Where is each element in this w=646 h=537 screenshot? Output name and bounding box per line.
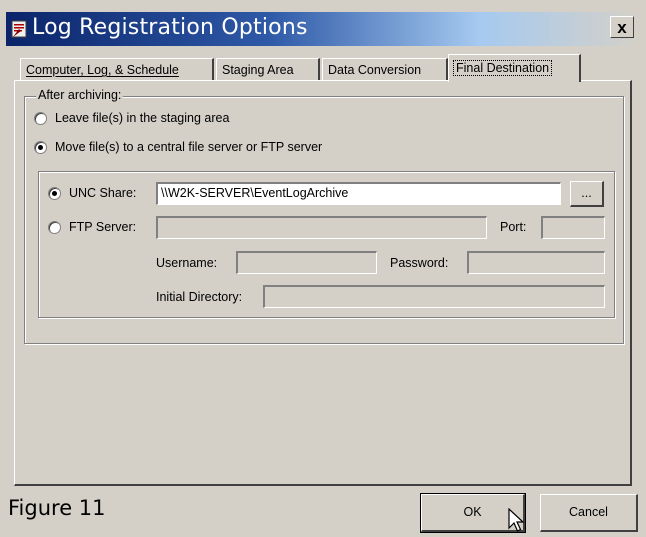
- ok-label: OK: [463, 505, 482, 519]
- figure-caption: Figure 11: [8, 496, 106, 520]
- cancel-button[interactable]: Cancel: [540, 494, 638, 532]
- unc-share-label: UNC Share:: [69, 186, 137, 200]
- cancel-label: Cancel: [569, 505, 608, 519]
- ftp-server-option[interactable]: FTP Server:: [48, 220, 136, 234]
- port-label: Port:: [500, 220, 527, 234]
- move-files-radio[interactable]: [34, 140, 47, 154]
- ftp-server-radio[interactable]: [48, 220, 61, 234]
- initial-directory-label: Initial Directory:: [156, 290, 243, 304]
- after-archiving-legend: After archiving:: [36, 88, 124, 102]
- tab-label: Computer, Log, & Schedule: [26, 63, 179, 77]
- password-label: Password:: [390, 256, 449, 270]
- leave-files-radio[interactable]: [34, 111, 47, 125]
- tab-label: Data Conversion: [328, 63, 422, 77]
- tab-staging-area[interactable]: Staging Area: [216, 58, 320, 81]
- title-bar: Log Registration Options x: [6, 12, 638, 46]
- unc-share-option[interactable]: UNC Share:: [48, 186, 136, 200]
- ftp-server-input[interactable]: [156, 216, 487, 239]
- browse-button[interactable]: ...: [570, 181, 604, 207]
- unc-share-value: \\W2K-SERVER\EventLogArchive: [161, 186, 349, 200]
- window-title: Log Registration Options: [32, 15, 308, 40]
- tab-label: Final Destination: [452, 60, 553, 76]
- browse-label: ...: [581, 186, 592, 200]
- tab-final-destination[interactable]: Final Destination: [448, 54, 581, 82]
- ftp-server-label: FTP Server:: [69, 220, 137, 234]
- close-button[interactable]: x: [610, 16, 634, 38]
- move-files-label: Move file(s) to a central file server or…: [55, 140, 323, 154]
- initial-directory-input[interactable]: [263, 285, 605, 308]
- tab-label: Staging Area: [222, 63, 294, 77]
- password-input[interactable]: [467, 251, 605, 274]
- username-label: Username:: [156, 256, 218, 270]
- unc-share-radio[interactable]: [48, 186, 61, 200]
- tab-data-conversion[interactable]: Data Conversion: [322, 58, 448, 81]
- mouse-pointer-icon: [508, 508, 525, 532]
- close-icon: x: [617, 18, 627, 37]
- leave-files-label: Leave file(s) in the staging area: [55, 111, 230, 125]
- leave-files-option[interactable]: Leave file(s) in the staging area: [34, 111, 229, 125]
- username-input[interactable]: [236, 251, 377, 274]
- log-registration-icon: [11, 20, 27, 38]
- move-files-option[interactable]: Move file(s) to a central file server or…: [34, 140, 322, 154]
- tab-computer-log-schedule[interactable]: Computer, Log, & Schedule: [20, 58, 214, 81]
- unc-share-input[interactable]: \\W2K-SERVER\EventLogArchive: [156, 182, 561, 205]
- port-input[interactable]: [541, 216, 605, 239]
